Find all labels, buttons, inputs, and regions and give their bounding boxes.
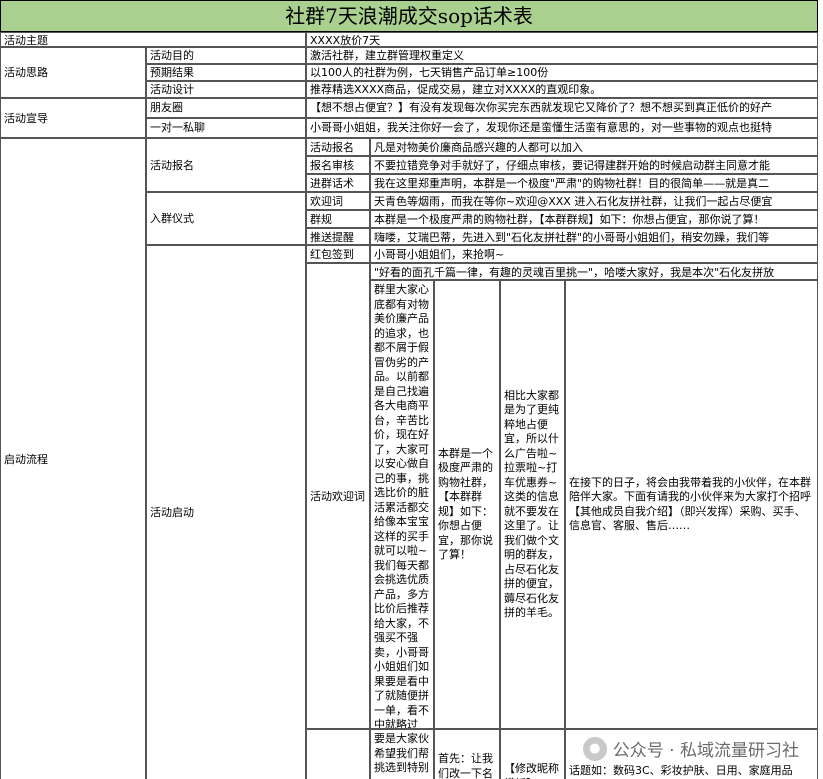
moments-label: 朋友圈 xyxy=(146,98,306,118)
welcome-label: 欢迎词 xyxy=(306,192,370,210)
start-label: 活动启动 xyxy=(146,245,306,779)
signup-sub-label: 活动报名 xyxy=(306,138,370,156)
promo-label: 活动宣导 xyxy=(0,98,146,138)
welcome-col-c: 相比大家都是为了更纯粹地占便宜，所以什么广告啦~拉票啦~打车优惠券~这类的信息就… xyxy=(500,280,565,729)
bottom-empty-cell xyxy=(306,729,370,779)
purpose-value: 激活社群，建立群管理权重定义 xyxy=(306,47,818,64)
moments-value: 【想不想占便宜？】有没有发现每次你买完东西就发现它又降价了？想不想买到真正低价的… xyxy=(306,98,818,118)
start-intro: "好看的面孔千篇一律，有趣的灵魂百里挑一"，哈喽大家好，我是本次"石化友拼放 xyxy=(370,263,818,280)
enter-label: 进群话术 xyxy=(306,174,370,192)
expected-value: 以100人的社群为例，七天销售产品订单≥100份 xyxy=(306,64,818,81)
signup-sub-value: 凡是对物美价廉商品感兴趣的人都可以加入 xyxy=(370,138,818,156)
welcome-col-d-text: 在接下的日子，将会由我带着我的小伙伴，在本群陪伴大家。下面有请我的小伙伴来为大家… xyxy=(569,475,811,533)
ceremony-label: 入群仪式 xyxy=(146,192,306,245)
welcome-col-c-text: 相比大家都是为了更纯粹地占便宜，所以什么广告啦~拉票啦~打车优惠券~这类的信息就… xyxy=(504,388,559,620)
welcome-col-b-text: 本群是一个极度严肃的购物社群，【本群群规】如下：你想占便宜，那你说了算！ xyxy=(438,446,493,562)
purpose-label: 活动目的 xyxy=(146,47,306,64)
sheet-title: 社群7天浪潮成交sop话术表 xyxy=(0,0,818,32)
one-on-one-value: 小哥哥小姐姐，我关注你好一会了，发现你还是蛮懂生活蛮有意思的，对一些事物的观点也… xyxy=(306,118,818,138)
enter-value: 我在这里郑重声明，本群是一个极度"严肃"的购物社群！目的很简单——就是真二 xyxy=(370,174,818,192)
signup-label: 活动报名 xyxy=(146,138,306,192)
activity-idea-label: 活动思路 xyxy=(0,47,146,98)
welcome-col-a: 群里大家心底都有对物美价廉产品的追求，也都不屑于假冒伪劣的产品。以前都是自己找遍… xyxy=(370,280,434,729)
bottom-col-b: 首先：让我们改一下名 xyxy=(434,729,500,779)
design-value: 推荐精选XXXX商品，促成交易，建立对XXXX的直观印象。 xyxy=(306,81,818,98)
wechat-icon: ● xyxy=(582,736,607,761)
bottom-col-c: 【修改昵称模板】 xyxy=(500,729,565,779)
welcome-col-d: 在接下的日子，将会由我带着我的小伙伴，在本群陪伴大家。下面有请我的小伙伴来为大家… xyxy=(565,280,818,729)
welcome-col-b: 本群是一个极度严肃的购物社群，【本群群规】如下：你想占便宜，那你说了算！ xyxy=(434,280,500,729)
bottom-col-a: 要是大家伙希望我们帮挑选到特别 xyxy=(370,729,434,779)
rules-label: 群规 xyxy=(306,210,370,228)
review-value: 不要拉错竞争对手就好了，仔细点审核，要记得建群开始的时候启动群主同意才能 xyxy=(370,156,818,174)
design-label: 活动设计 xyxy=(146,81,306,98)
launch-label: 启动流程 xyxy=(0,138,146,779)
rules-value: 本群是一个极度严肃的购物社群，【本群群规】如下：你想占便宜，那你说了算！ xyxy=(370,210,818,228)
welcome-value: 天青色等烟雨，而我在等你~欢迎@XXX 进入石化友拼社群，让我们一起占尽便宜 xyxy=(370,192,818,210)
activity-theme-label: 活动主题 xyxy=(0,32,306,47)
push-label: 推送提醒 xyxy=(306,228,370,245)
redpacket-label: 红包签到 xyxy=(306,245,370,263)
expected-label: 预期结果 xyxy=(146,64,306,81)
welcome-speech-label: 活动欢迎词 xyxy=(306,263,370,729)
push-value: 嗨喽，艾瑞巴蒂，先进入到"石化友拼社群"的小哥哥小姐姐们，稍安勿躁，我们等 xyxy=(370,228,818,245)
review-label: 报名审核 xyxy=(306,156,370,174)
watermark: ● 公众号 · 私域流量研习社 xyxy=(582,736,799,761)
redpacket-value: 小哥哥小姐姐们，来抢啊~ xyxy=(370,245,818,263)
activity-theme-value: XXXX放价7天 xyxy=(306,32,818,47)
watermark-text: 公众号 · 私域流量研习社 xyxy=(612,741,799,761)
one-on-one-label: 一对一私聊 xyxy=(146,118,306,138)
